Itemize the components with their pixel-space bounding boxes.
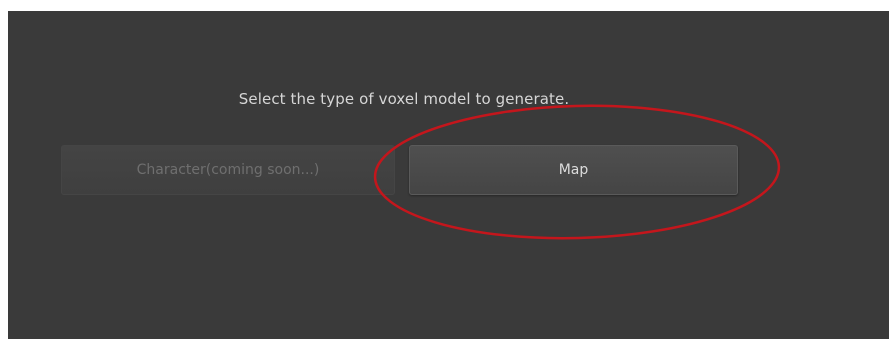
- character-button-label: Character(coming soon...): [136, 162, 320, 178]
- map-button-label: Map: [558, 162, 589, 178]
- character-button: Character(coming soon...): [61, 145, 395, 195]
- dialog-prompt: Select the type of voxel model to genera…: [238, 90, 570, 108]
- map-button[interactable]: Map: [409, 145, 738, 195]
- voxel-model-dialog: Select the type of voxel model to genera…: [8, 11, 889, 339]
